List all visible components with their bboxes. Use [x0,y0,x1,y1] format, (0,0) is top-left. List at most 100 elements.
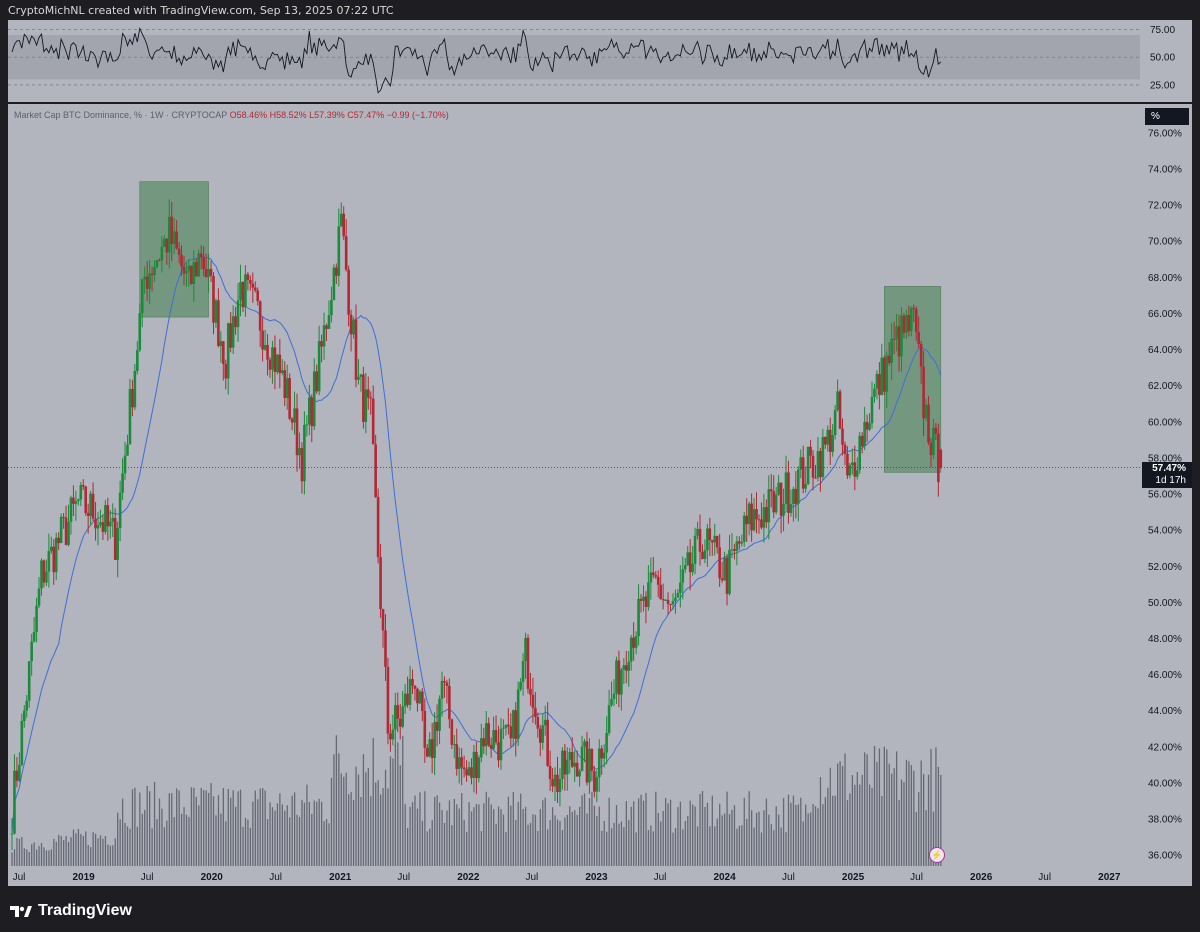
volume-bar [591,791,593,866]
volume-bar [490,804,492,866]
price-tick-label: 74.00% [1148,165,1182,176]
candle-body [833,409,837,436]
candle-body [514,710,518,740]
candle-body [637,598,640,637]
candle-body [873,388,876,397]
legend-open: O58.46% [229,110,268,120]
volume-bar [195,796,197,866]
candle-body [708,528,712,541]
candle-body [423,710,427,748]
volume-bar [583,793,586,866]
volume-bar [453,798,455,866]
candle-body [91,493,95,519]
volume-bar [647,829,650,866]
candle-body [816,451,820,478]
candle-body [649,572,653,583]
candle-body [253,287,257,291]
candle-body [165,238,169,253]
volume-bar [94,833,97,866]
candle-body [865,421,869,430]
candle-body [914,308,918,333]
volume-bar [785,832,787,866]
candle-body [332,267,336,301]
volume-bar [207,792,210,866]
candle-body [278,354,282,374]
volume-bar [483,803,485,866]
volume-bar [33,842,35,866]
candle-body [521,661,525,682]
candle-body [59,516,63,544]
volume-bar [657,812,659,866]
candle-body [683,565,687,570]
candle-body [526,637,530,689]
volume-bar [313,800,315,866]
volume-bar [529,822,532,866]
candle-body [460,757,463,768]
volume-bar [65,836,67,866]
candle-body [728,549,731,594]
candle-body [824,436,827,445]
chart-legend[interactable]: Market Cap BTC Dominance, % · 1W · CRYPT… [14,110,449,120]
volume-bar [63,840,65,866]
candle-body [701,551,704,559]
volume-bar [854,784,856,866]
volume-bar [461,793,463,866]
candle-body [821,436,825,478]
volume-bar [522,809,524,866]
volume-bar [507,796,510,866]
candle-body [214,300,218,323]
volume-bar [618,823,620,866]
candle-body [285,378,289,398]
candle-body [838,391,842,429]
legend-close: C57.47% [347,110,385,120]
price-tick-label: 64.00% [1148,345,1182,356]
candle-body [698,528,702,552]
lightning-icon[interactable]: ⚡ [929,847,945,863]
candle-body [224,364,228,379]
candle-body [153,267,156,276]
volume-bar [163,827,166,866]
candle-body [777,482,780,495]
candle-body [639,598,643,601]
candle-body [774,494,778,513]
candle-body [406,693,409,705]
candle-body [128,389,132,445]
main-chart-pane[interactable] [8,104,1140,866]
volume-bar [620,821,623,866]
candle-body [433,721,436,758]
candle-body [386,666,390,734]
candle-body [325,325,328,329]
candle-body [605,732,608,753]
volume-bar [212,796,215,866]
price-tick-label: 36.00% [1148,851,1182,862]
volume-bar [743,797,745,866]
volume-bar [146,785,148,866]
candle-body [374,444,377,498]
candle-body [118,492,122,528]
volume-bar [623,827,625,866]
candle-body [25,700,29,711]
tradingview-logo: TradingView [10,902,132,920]
candle-body [239,282,242,301]
candle-body [718,547,721,579]
candle-body [841,428,844,445]
candle-body [288,378,291,419]
volume-bar [303,802,306,866]
candle-body [52,546,56,573]
candle-body [99,522,102,525]
volume-bar [239,789,242,866]
candle-body [352,319,355,335]
rsi-chart [8,26,1140,94]
unit-label-button[interactable]: % [1145,108,1189,125]
rsi-pane[interactable] [8,20,1140,102]
candle-body [674,597,677,601]
time-axis[interactable]: Jul 2019 Jul 2020 Jul 2021 Jul 2022 Jul 2023 Jul 20… [8,866,1140,886]
rsi-axis[interactable]: 75.00 50.00 25.00 [1140,20,1192,102]
volume-bar [502,814,505,866]
candle-body [676,593,680,598]
candle-body [480,738,483,758]
volume-bar [259,788,261,866]
candle-body [273,347,277,373]
candle-body [50,546,53,552]
volume-bar [173,817,175,866]
